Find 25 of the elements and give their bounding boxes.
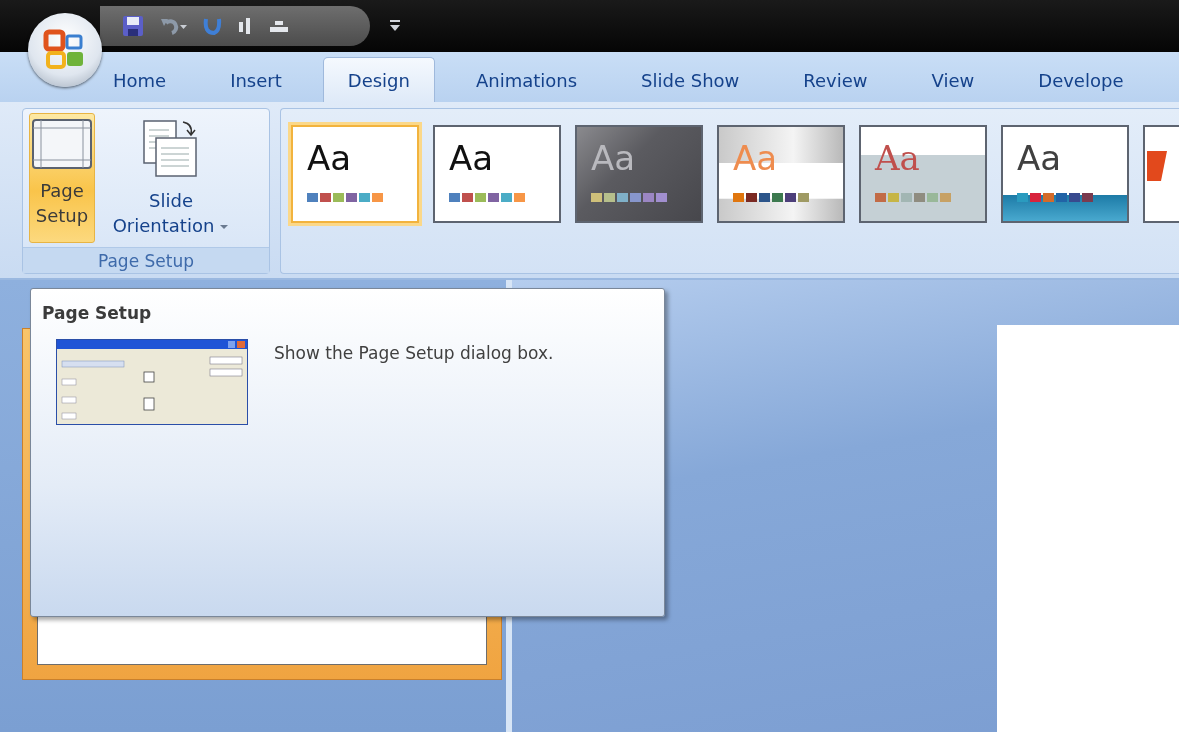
ribbon-tab[interactable]: Review bbox=[802, 57, 869, 102]
tooltip-description: Show the Page Setup dialog box. bbox=[274, 342, 554, 363]
group-title: Page Setup bbox=[23, 247, 269, 273]
page-setup-icon bbox=[31, 118, 93, 170]
ribbon-tab[interactable]: Slide Show bbox=[640, 57, 741, 102]
theme-sample-text: Aa bbox=[733, 137, 779, 179]
save-icon[interactable] bbox=[122, 15, 144, 37]
ribbon-tab[interactable]: View bbox=[930, 57, 976, 102]
theme-thumbnail[interactable]: Aa bbox=[291, 125, 419, 223]
theme-sample-text: Aa bbox=[1017, 137, 1063, 179]
ribbon-tab[interactable]: Animations bbox=[474, 57, 579, 102]
theme-thumbnail[interactable]: Aa bbox=[1001, 125, 1129, 223]
ribbon-tab[interactable]: Home bbox=[112, 57, 168, 102]
theme-sample-text: Aa bbox=[591, 137, 637, 179]
theme-thumbnail[interactable]: Aa bbox=[433, 125, 561, 223]
dropdown-caret-icon bbox=[219, 223, 230, 231]
theme-sample-text: Aa bbox=[449, 137, 495, 179]
ribbon-tab[interactable]: Develope bbox=[1037, 57, 1125, 102]
page-setup-button[interactable]: Page Setup bbox=[29, 113, 95, 243]
ribbon-tab[interactable]: Insert bbox=[229, 57, 283, 102]
tooltip-title: Page Setup bbox=[42, 303, 153, 323]
ribbon-tab[interactable]: Design bbox=[322, 57, 435, 102]
theme-sample-text: Aa bbox=[875, 137, 921, 179]
theme-sample-text: Aa bbox=[307, 137, 353, 179]
slide-orientation-button[interactable]: Slide Orientation bbox=[99, 113, 243, 243]
